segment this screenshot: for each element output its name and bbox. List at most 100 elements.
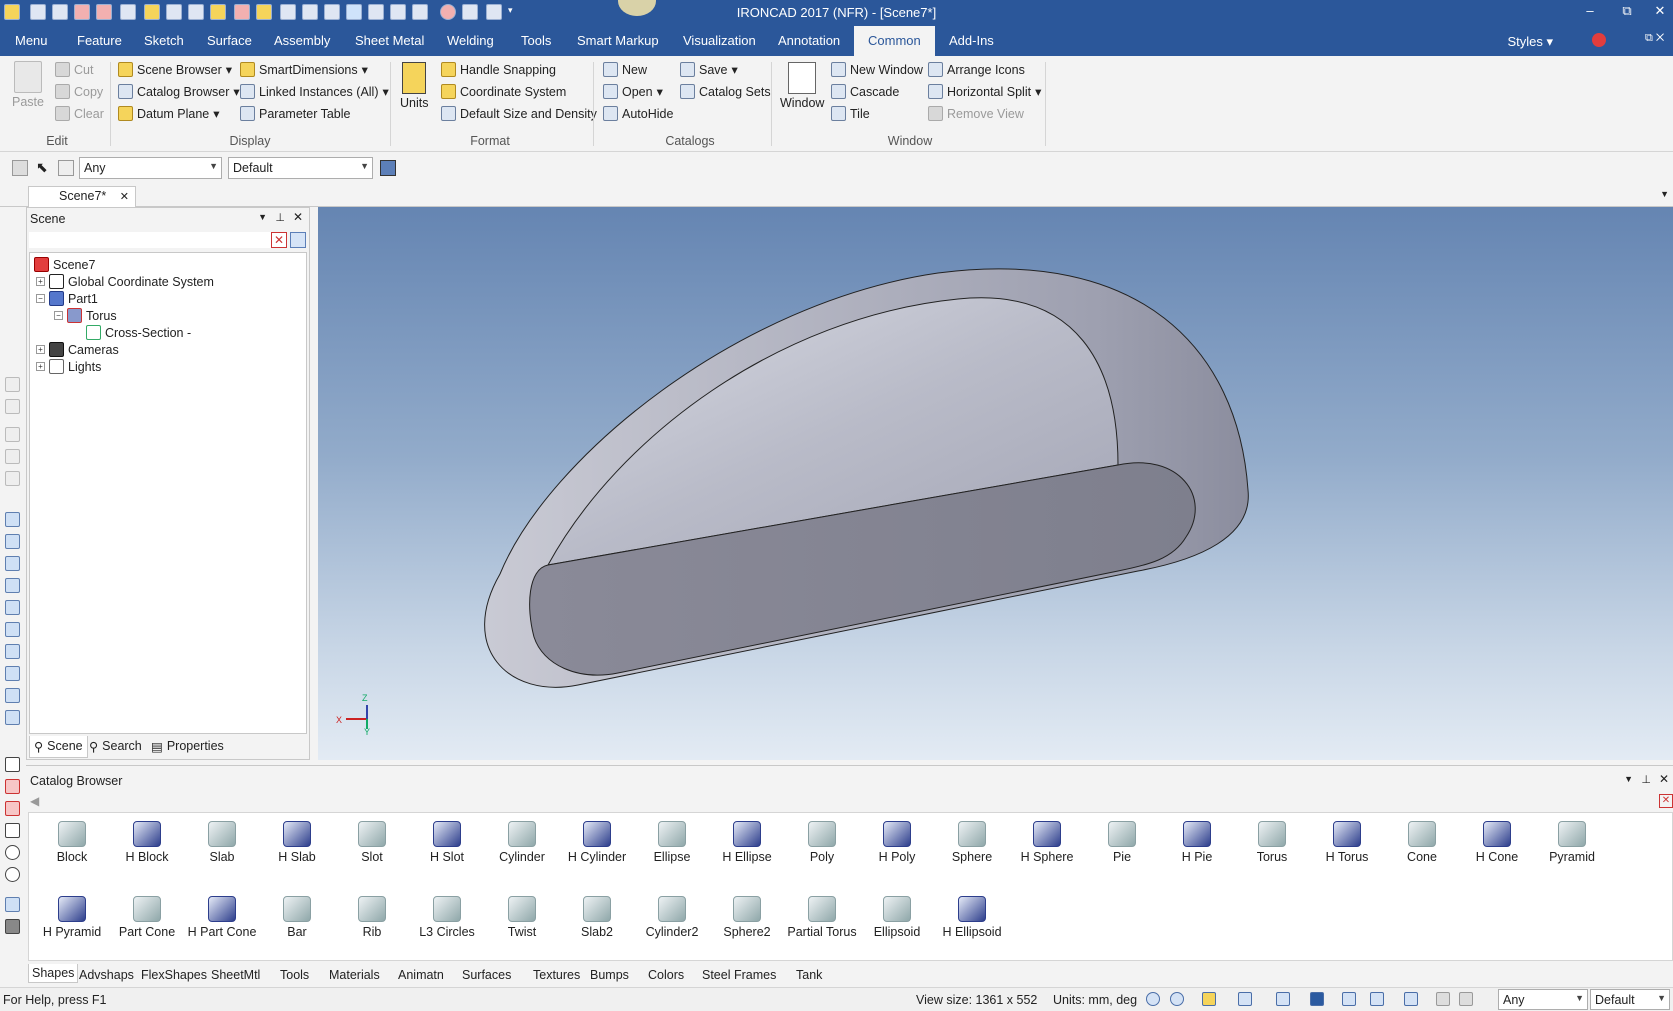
display-icon[interactable] [1342, 992, 1356, 1006]
filter-select-icon[interactable] [58, 160, 74, 176]
copy-button[interactable]: Copy [55, 84, 103, 99]
catalog-tab-animatn[interactable]: Animatn [395, 966, 447, 984]
pin-icon[interactable]: ⊥ [1641, 773, 1651, 786]
save-catalog-button[interactable]: Save ▾ [680, 62, 738, 77]
view-top-icon[interactable] [5, 600, 20, 615]
units-button[interactable]: Units [400, 62, 428, 110]
close-tab-icon[interactable]: ✕ [120, 190, 129, 203]
tool-icon[interactable] [5, 897, 20, 912]
tab-visualization[interactable]: Visualization [677, 26, 762, 56]
cascade-button[interactable]: Cascade [831, 84, 899, 99]
close-panel-icon[interactable]: ✕ [293, 210, 303, 224]
autohide-button[interactable]: AutoHide [603, 106, 673, 121]
tab-common[interactable]: Common [854, 26, 935, 56]
catalog-item-ellipse[interactable]: Ellipse [634, 821, 710, 864]
tab-surface[interactable]: Surface [201, 26, 258, 56]
tool-icon[interactable] [5, 471, 20, 486]
tab-search[interactable]: ⚲ Search [85, 736, 146, 758]
catalog-item-h-ellipse[interactable]: H Ellipse [709, 821, 785, 864]
tab-properties[interactable]: ▤ Properties [147, 736, 228, 758]
catalog-item-h-cone[interactable]: H Cone [1459, 821, 1535, 864]
tab-sketch[interactable]: Sketch [138, 26, 190, 56]
catalog-tab-colors[interactable]: Colors [645, 966, 687, 984]
expand-icon[interactable]: + [36, 362, 45, 371]
assembly-select-icon[interactable] [12, 160, 28, 176]
expand-icon[interactable]: + [36, 345, 45, 354]
scene-browser-button[interactable]: Scene Browser ▾ [118, 62, 232, 77]
catalog-tab-steel-frames[interactable]: Steel Frames [699, 966, 779, 984]
catalog-item-h-block[interactable]: H Block [109, 821, 185, 864]
tree-node-part1[interactable]: − Part1 [36, 291, 98, 306]
zoom-icon[interactable] [1146, 992, 1160, 1006]
tool-icon[interactable] [5, 377, 20, 392]
view-normal-icon[interactable] [5, 710, 20, 725]
view-dimetric-icon[interactable] [5, 666, 20, 681]
tab-smart-markup[interactable]: Smart Markup [571, 26, 665, 56]
tree-node-cameras[interactable]: + Cameras [36, 342, 119, 357]
catalog-item-h-pie[interactable]: H Pie [1159, 821, 1235, 864]
tree-node-cross-section[interactable]: Cross-Section - [86, 325, 191, 340]
catalog-item-cylinder[interactable]: Cylinder [484, 821, 560, 864]
catalog-item-h-torus[interactable]: H Torus [1309, 821, 1385, 864]
view-trimetric-icon[interactable] [5, 688, 20, 703]
catalog-item-h-pyramid[interactable]: H Pyramid [34, 896, 110, 939]
status-style-dropdown[interactable]: Default ▼ [1590, 989, 1670, 1010]
smart-dimensions-button[interactable]: SmartDimensions ▾ [240, 62, 368, 77]
panel-menu-icon[interactable]: ▼ [258, 212, 267, 222]
hierarchy-icon[interactable] [380, 160, 396, 176]
chevron-down-icon[interactable]: ▼ [1660, 189, 1669, 199]
minimize-button[interactable]: – [1575, 3, 1605, 18]
catalog-item-part-cone[interactable]: Part Cone [109, 896, 185, 939]
tab-add-ins[interactable]: Add-Ins [943, 26, 1000, 56]
view-left-icon[interactable] [5, 556, 20, 571]
collapse-icon[interactable]: − [36, 294, 45, 303]
tab-scene[interactable]: ⚲ Scene [29, 736, 88, 758]
catalog-item-cylinder2[interactable]: Cylinder2 [634, 896, 710, 939]
view-iso-icon[interactable] [5, 644, 20, 659]
catalog-item-slab[interactable]: Slab [184, 821, 260, 864]
catalog-item-h-slot[interactable]: H Slot [409, 821, 485, 864]
catalog-tab-materials[interactable]: Materials [326, 966, 383, 984]
close-panel-icon[interactable]: ✕ [1659, 772, 1669, 786]
rotate-icon[interactable] [5, 845, 20, 860]
torus-model[interactable] [318, 207, 1673, 760]
frame-icon[interactable] [1370, 992, 1384, 1006]
coordinate-system-button[interactable]: Coordinate System [441, 84, 566, 99]
style-dropdown[interactable]: Default ▼ [228, 157, 373, 179]
3d-viewport[interactable]: Z X Y [318, 207, 1673, 760]
scene-search-bar[interactable] [29, 232, 271, 248]
tool-icon[interactable] [5, 919, 20, 934]
styles-menu[interactable]: Styles ▾ [1507, 34, 1553, 50]
default-size-density-button[interactable]: Default Size and Density [441, 106, 597, 121]
zoom-window-icon[interactable] [1170, 992, 1184, 1006]
orbit-icon[interactable] [5, 867, 20, 882]
parameter-table-button[interactable]: Parameter Table [240, 106, 351, 121]
linked-instances-button[interactable]: Linked Instances (All) ▾ [240, 84, 389, 99]
catalog-tab-shapes[interactable]: Shapes [28, 964, 79, 983]
arrange-icons-button[interactable]: Arrange Icons [928, 62, 1025, 77]
close-catalog-icon[interactable]: ✕ [1659, 794, 1673, 808]
catalog-tab-textures[interactable]: Textures [530, 966, 583, 984]
view-right-icon[interactable] [5, 578, 20, 593]
restore-doc-icon[interactable]: ⧉ ✕ [1645, 32, 1664, 45]
clear-filter-icon[interactable]: ✕ [271, 232, 287, 248]
select-arrow-icon[interactable]: ⬉ [36, 159, 48, 176]
shading-icon[interactable] [1238, 992, 1252, 1006]
datum-plane-button[interactable]: Datum Plane ▾ [118, 106, 220, 121]
catalog-item-h-sphere[interactable]: H Sphere [1009, 821, 1085, 864]
status-filter-dropdown[interactable]: Any ▼ [1498, 989, 1588, 1010]
catalog-item-pyramid[interactable]: Pyramid [1534, 821, 1610, 864]
tool-icon[interactable] [5, 449, 20, 464]
catalog-item-slab2[interactable]: Slab2 [559, 896, 635, 939]
select-arrow-icon[interactable] [1459, 992, 1473, 1006]
catalog-item-torus[interactable]: Torus [1234, 821, 1310, 864]
section-icon[interactable] [1310, 992, 1324, 1006]
catalog-tab-advshaps[interactable]: Advshaps [76, 966, 137, 984]
catalog-item-sphere2[interactable]: Sphere2 [709, 896, 785, 939]
catalog-item-rib[interactable]: Rib [334, 896, 410, 939]
tool-icon[interactable] [5, 801, 20, 816]
catalog-tab-surfaces[interactable]: Surfaces [459, 966, 514, 984]
pin-icon[interactable]: ⊥ [275, 211, 285, 224]
catalog-tab-flexshapes[interactable]: FlexShapes [138, 966, 210, 984]
paste-button[interactable]: Paste [12, 61, 44, 109]
